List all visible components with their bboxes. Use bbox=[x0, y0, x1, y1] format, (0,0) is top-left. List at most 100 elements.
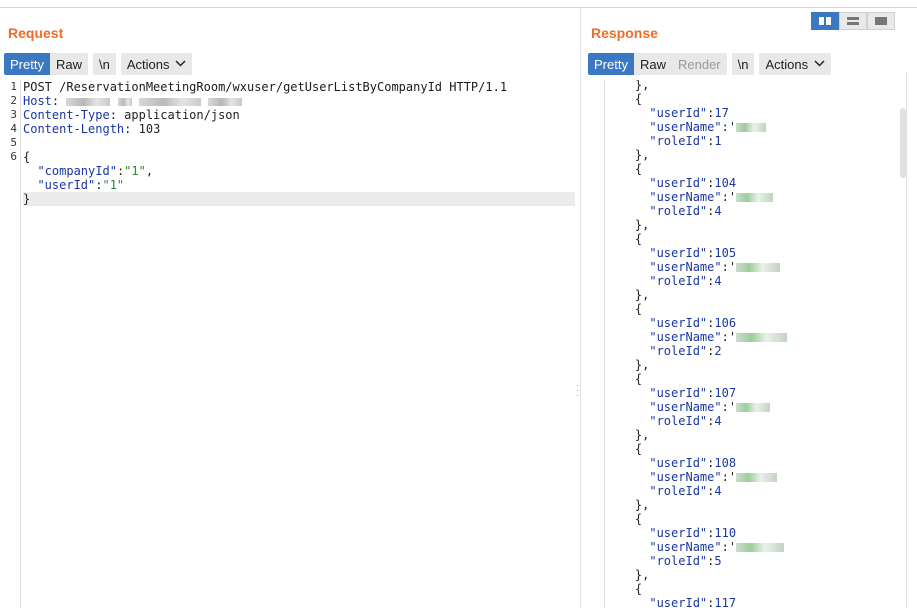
drag-handle-icon[interactable]: · · · bbox=[576, 381, 580, 401]
response-line: "roleId":4 bbox=[606, 414, 894, 428]
response-editor[interactable]: }, { "userId":17 "userName":' "roleId":1… bbox=[606, 80, 899, 608]
json-key: "roleId" bbox=[649, 484, 708, 498]
json-brace: }, bbox=[634, 218, 650, 232]
json-brace: { bbox=[634, 372, 643, 386]
window-top-edge bbox=[0, 0, 917, 8]
split-vertical-icon[interactable] bbox=[839, 12, 867, 30]
json-number: 4 bbox=[714, 414, 722, 428]
redacted-host bbox=[66, 97, 111, 106]
response-line: "userId":110 bbox=[606, 526, 894, 540]
split-horizontal-icon[interactable] bbox=[811, 12, 839, 30]
response-pane: Response Pretty Raw Render \n Actions },… bbox=[582, 8, 917, 608]
response-line: "roleId":5 bbox=[606, 554, 894, 568]
json-colon: :' bbox=[721, 470, 737, 484]
json-key: "roleId" bbox=[649, 134, 708, 148]
request-line: "companyId":"1", bbox=[37, 164, 154, 178]
response-line: "userId":108 bbox=[606, 456, 894, 470]
header-key: Host bbox=[23, 94, 52, 108]
request-newline-toggle[interactable]: \n bbox=[92, 53, 116, 75]
header-value: application/json bbox=[116, 108, 240, 122]
request-editor[interactable]: 1 2 3 4 5 6 POST /ReservationMeetingRoom… bbox=[0, 80, 580, 608]
response-line: "roleId":1 bbox=[606, 134, 894, 148]
json-brace: { bbox=[634, 512, 643, 526]
redacted-username bbox=[736, 263, 781, 272]
json-number: 106 bbox=[714, 316, 737, 330]
response-tab-raw[interactable]: Raw bbox=[633, 53, 672, 75]
json-key: "userId" bbox=[649, 526, 708, 540]
request-line: "userId":"1" bbox=[37, 178, 125, 192]
response-newline-toggle[interactable]: \n bbox=[731, 53, 755, 75]
response-title: Response bbox=[591, 25, 658, 41]
response-line: "userId":104 bbox=[606, 176, 894, 190]
response-line-gutter bbox=[604, 80, 605, 608]
redacted-host bbox=[138, 97, 201, 106]
redacted-username bbox=[736, 403, 771, 412]
json-number: 4 bbox=[714, 484, 722, 498]
response-line: "userId":17 bbox=[606, 106, 894, 120]
redacted-username bbox=[736, 473, 778, 482]
request-line-current: } bbox=[23, 192, 575, 206]
request-actions-menu[interactable]: Actions bbox=[120, 53, 193, 75]
line-number: 1 bbox=[10, 80, 17, 93]
json-number: 117 bbox=[714, 596, 737, 608]
json-key: "userId" bbox=[649, 176, 708, 190]
chevron-down-icon bbox=[175, 58, 186, 70]
response-tab-render[interactable]: Render bbox=[671, 53, 727, 75]
response-line: "userId":117 bbox=[606, 596, 894, 608]
json-number: 1 bbox=[714, 134, 722, 148]
header-value: 103 bbox=[131, 122, 161, 136]
redacted-username bbox=[736, 193, 774, 202]
response-line: }, bbox=[606, 428, 894, 442]
request-line: Content-Length: 103 bbox=[23, 122, 161, 136]
json-brace: }, bbox=[634, 568, 650, 582]
json-number: 108 bbox=[714, 456, 737, 470]
response-line: "userId":107 bbox=[606, 386, 894, 400]
request-code: POST /ReservationMeetingRoom/wxuser/getU… bbox=[23, 80, 575, 206]
json-brace: }, bbox=[634, 428, 650, 442]
request-pane: Request Pretty Raw \n Actions 1 2 3 4 5 … bbox=[0, 8, 581, 608]
response-code: }, { "userId":17 "userName":' "roleId":1… bbox=[606, 80, 894, 608]
request-tab-raw[interactable]: Raw bbox=[49, 53, 88, 75]
response-line: "roleId":4 bbox=[606, 484, 894, 498]
json-brace: { bbox=[634, 582, 643, 596]
response-line: { bbox=[606, 162, 894, 176]
request-line-numbers: 1 2 3 4 5 6 bbox=[0, 80, 21, 608]
json-number: 110 bbox=[714, 526, 737, 540]
json-key: "userId" bbox=[649, 106, 708, 120]
json-key: "userId" bbox=[649, 246, 708, 260]
request-line: Content-Type: application/json bbox=[23, 108, 240, 122]
response-tab-pretty[interactable]: Pretty bbox=[588, 53, 634, 75]
response-line: "userName":' bbox=[606, 190, 894, 204]
json-colon: :' bbox=[721, 330, 737, 344]
json-key: "roleId" bbox=[649, 554, 708, 568]
response-line: }, bbox=[606, 148, 894, 162]
response-line: "userId":106 bbox=[606, 316, 894, 330]
json-colon: :' bbox=[721, 260, 737, 274]
response-line: "roleId":4 bbox=[606, 204, 894, 218]
response-line: }, bbox=[606, 358, 894, 372]
request-actions-label: Actions bbox=[126, 56, 170, 72]
response-line: { bbox=[606, 582, 894, 596]
json-key: "userName" bbox=[649, 470, 722, 484]
response-line: { bbox=[606, 302, 894, 316]
single-pane-icon[interactable] bbox=[867, 12, 895, 30]
response-actions-label: Actions bbox=[765, 56, 809, 72]
request-tab-pretty[interactable]: Pretty bbox=[4, 53, 50, 75]
json-key: "userId" bbox=[649, 456, 708, 470]
response-line: }, bbox=[606, 80, 894, 92]
response-view-tabs: Pretty Raw Render bbox=[588, 53, 727, 75]
response-line: }, bbox=[606, 568, 894, 582]
json-brace: { bbox=[634, 232, 643, 246]
json-brace: { bbox=[634, 442, 643, 456]
line-number: 4 bbox=[10, 122, 17, 135]
response-toolbar: Pretty Raw Render \n Actions bbox=[588, 53, 832, 75]
json-brace: { bbox=[634, 162, 643, 176]
json-key: "userName" bbox=[649, 120, 722, 134]
json-key: "roleId" bbox=[649, 274, 708, 288]
response-actions-menu[interactable]: Actions bbox=[759, 53, 832, 75]
json-number: 4 bbox=[714, 274, 722, 288]
response-line: "roleId":4 bbox=[606, 274, 894, 288]
json-key: "userName" bbox=[649, 330, 722, 344]
json-number: 5 bbox=[714, 554, 722, 568]
response-line: }, bbox=[606, 498, 894, 512]
